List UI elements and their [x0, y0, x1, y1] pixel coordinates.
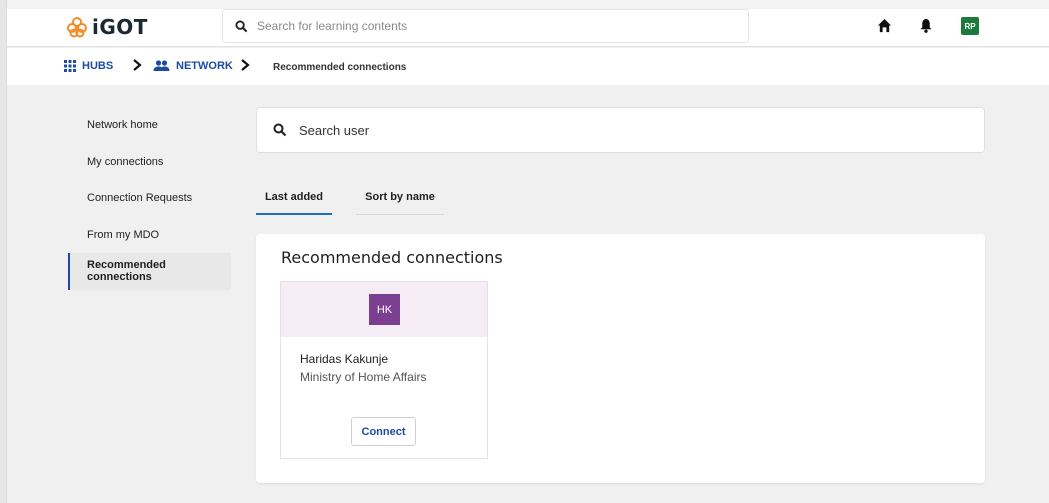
breadcrumb-hubs[interactable]: HUBS [64, 60, 113, 72]
search-icon [273, 123, 287, 137]
card-header: HK [281, 282, 487, 337]
notification-bell-icon[interactable] [919, 18, 933, 33]
search-icon [235, 19, 248, 32]
breadcrumb-network-label: NETWORK [176, 60, 233, 72]
sidebar-item-from-my-mdo[interactable]: From my MDO [68, 217, 231, 254]
search-user-placeholder: Search user [299, 122, 370, 138]
search-user-input[interactable]: Search user [256, 107, 985, 153]
apps-grid-icon [64, 60, 76, 72]
breadcrumb: HUBS NETWORK Recommended connections [7, 48, 1049, 85]
recommended-connections-panel: Recommended connections HK Haridas Kakun… [256, 234, 985, 483]
search-learning-input[interactable]: Search for learning contents [222, 9, 749, 43]
people-icon [153, 60, 170, 71]
sidebar-item-my-connections[interactable]: My connections [68, 144, 231, 181]
network-sidebar: Network home My connections Connection R… [68, 107, 231, 290]
breadcrumb-current: Recommended connections [273, 62, 407, 73]
connection-card: HK Haridas Kakunje Ministry of Home Affa… [280, 281, 488, 459]
avatar: HK [369, 294, 400, 325]
igot-logo[interactable]: iGOT [66, 14, 148, 40]
top-edge [7, 0, 1049, 9]
sidebar-item-network-home[interactable]: Network home [68, 107, 231, 144]
home-icon[interactable] [877, 18, 892, 33]
sidebar-item-connection-requests[interactable]: Connection Requests [68, 180, 231, 217]
search-learning-placeholder: Search for learning contents [257, 19, 408, 33]
sidebar-item-recommended-connections[interactable]: Recommended connections [68, 253, 231, 290]
left-edge [0, 0, 7, 503]
chevron-right-icon [133, 59, 142, 71]
logo-flower-icon [67, 17, 87, 38]
tab-sort-by-name[interactable]: Sort by name [356, 180, 444, 215]
connect-button[interactable]: Connect [351, 417, 416, 446]
breadcrumb-network[interactable]: NETWORK [153, 60, 233, 72]
chevron-right-icon [241, 59, 250, 71]
top-header: iGOT Search for learning contents RP [7, 9, 1049, 47]
breadcrumb-hubs-label: HUBS [82, 60, 114, 72]
tab-last-added[interactable]: Last added [256, 180, 332, 215]
panel-title: Recommended connections [281, 248, 503, 267]
card-user-name: Haridas Kakunje [300, 352, 389, 366]
card-user-org: Ministry of Home Affairs [300, 370, 427, 384]
logo-text: iGOT [92, 15, 148, 39]
user-avatar[interactable]: RP [961, 17, 979, 35]
